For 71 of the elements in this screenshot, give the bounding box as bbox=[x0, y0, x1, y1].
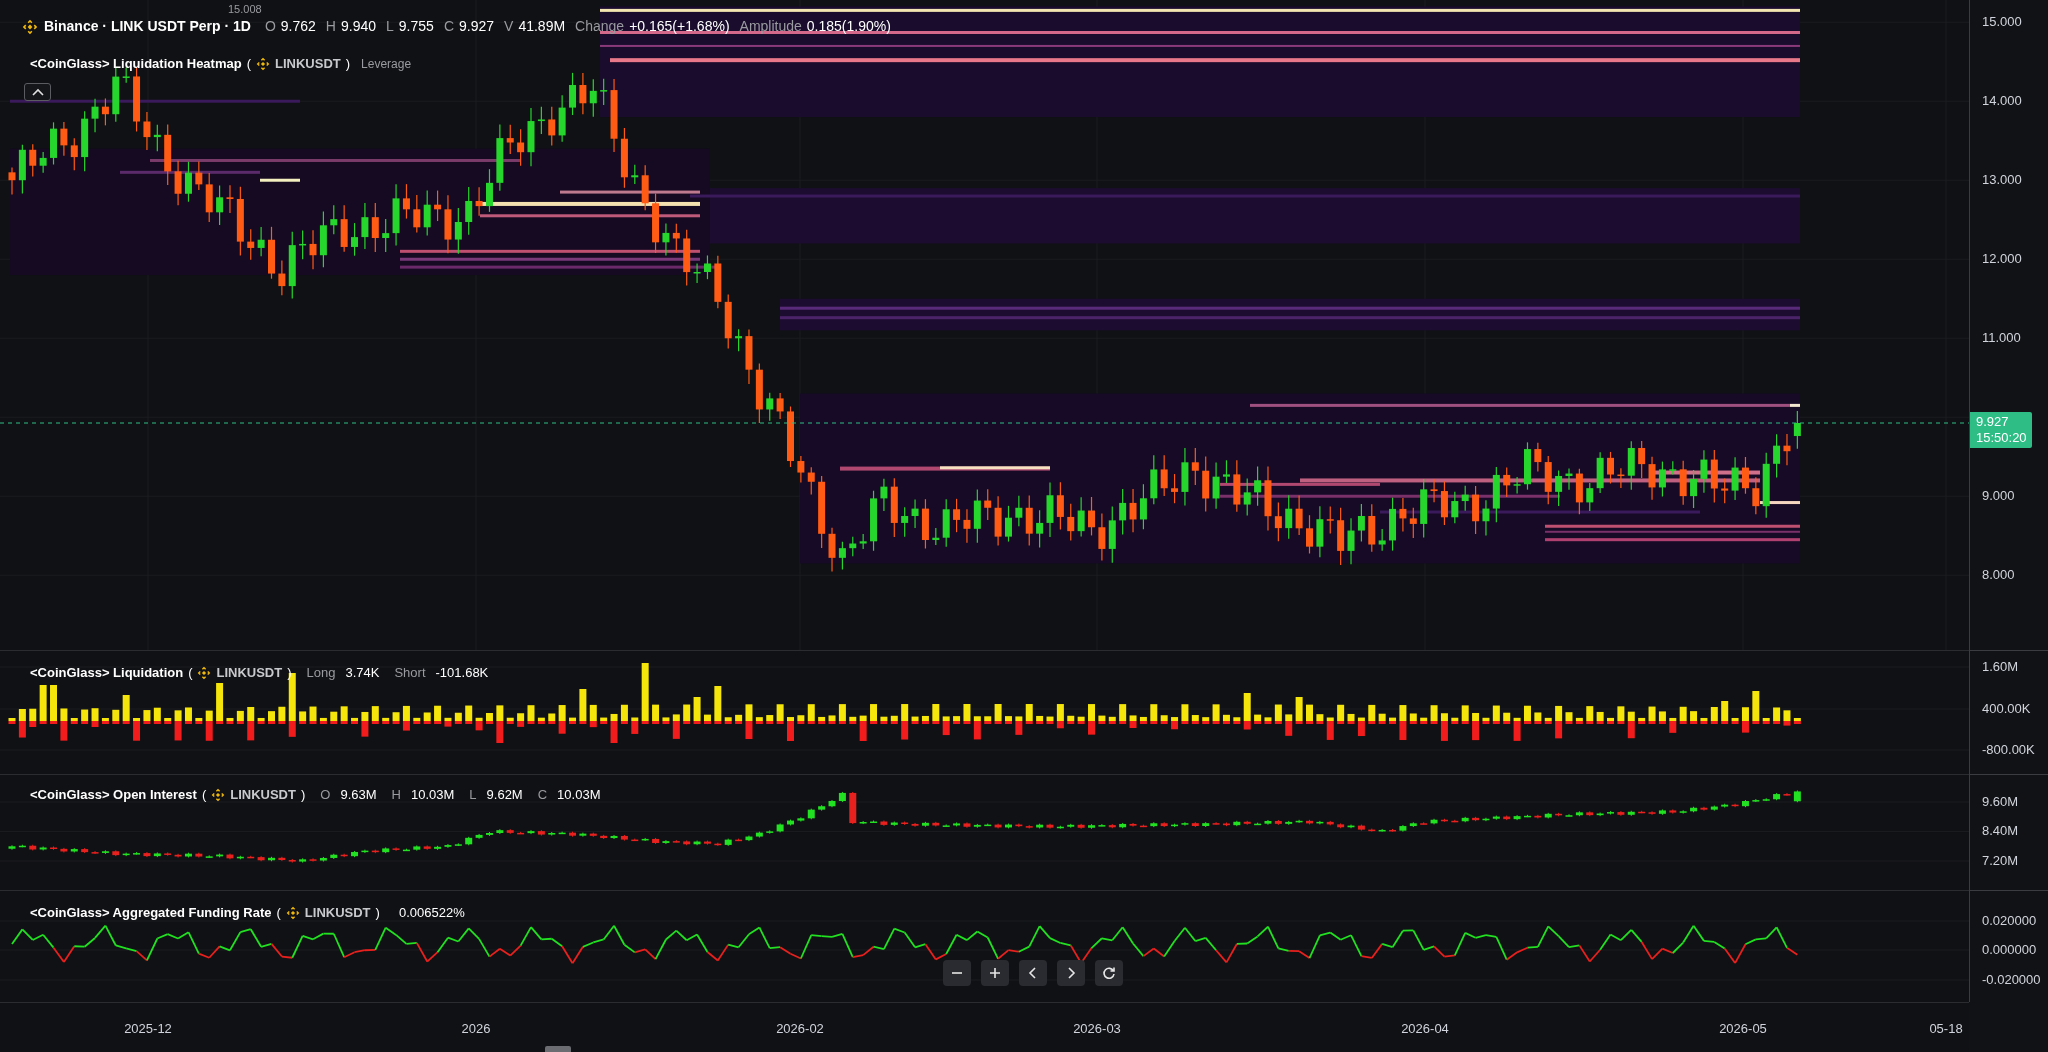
indicator-name: <CoinGlass> Liquidation Heatmap bbox=[30, 55, 242, 73]
axis-label: 15.000 bbox=[1982, 15, 2022, 28]
stat-value: 9.927 bbox=[459, 17, 495, 36]
funding-rate-value: 0.006522% bbox=[398, 904, 465, 922]
bracket-text: ( bbox=[188, 664, 193, 682]
stat-value: 0.185(1.90%) bbox=[806, 17, 891, 36]
bracket-text: ) bbox=[300, 786, 306, 804]
indicator-name: <CoinGlass> Liquidation bbox=[30, 664, 184, 682]
chart-title: Binance · LINK USDT Perp · 1D bbox=[44, 17, 251, 36]
stat-value: 9.62M bbox=[486, 786, 523, 804]
axis-label: -0.020000 bbox=[1982, 973, 2041, 986]
axis-label: 13.000 bbox=[1982, 173, 2022, 186]
bracket-text: ( bbox=[276, 904, 281, 922]
stat-label: O bbox=[264, 17, 276, 36]
stat-label: H bbox=[391, 786, 401, 804]
stat-label: O bbox=[320, 786, 331, 804]
axis-label: 1.60M bbox=[1982, 660, 2019, 673]
stat-value: 41.89M bbox=[518, 17, 566, 36]
stat-value: 10.03M bbox=[557, 786, 601, 804]
axis-label: 7.20M bbox=[1982, 854, 2019, 867]
axis-label: 400.00K bbox=[1982, 702, 2031, 715]
axis-label: 0.020000 bbox=[1982, 914, 2037, 927]
stat-label: Amplitude bbox=[739, 17, 802, 36]
indicator-name: <CoinGlass> Aggregated Funding Rate bbox=[30, 904, 272, 922]
time-label: 2026-02 bbox=[776, 1020, 824, 1038]
axis-label: 14.000 bbox=[1982, 94, 2022, 107]
axis-label: 11.000 bbox=[1982, 331, 2021, 344]
time-label: 2026-03 bbox=[1073, 1020, 1121, 1038]
symbol-text: LINKUSDT bbox=[216, 664, 283, 682]
stat-label: H bbox=[325, 17, 336, 36]
high-price-marker: 15.008 bbox=[228, 4, 262, 15]
stat-label: V bbox=[504, 17, 514, 36]
bracket-text: ( bbox=[201, 786, 207, 804]
stat-label: Long bbox=[306, 664, 336, 682]
bracket-text: ( bbox=[246, 55, 251, 73]
time-label: 2026-04 bbox=[1401, 1020, 1449, 1038]
stat-value: 9.940 bbox=[341, 17, 377, 36]
bracket-text: ) bbox=[287, 664, 292, 682]
time-label: 2025-12 bbox=[124, 1020, 172, 1038]
stat-value: 9.63M bbox=[340, 786, 377, 804]
axis-label: 8.40M bbox=[1982, 824, 2019, 837]
time-label: 2026 bbox=[461, 1020, 491, 1038]
stat-label: C bbox=[537, 786, 548, 804]
axis-label: 0.000000 bbox=[1982, 943, 2037, 956]
stat-label: Short bbox=[394, 664, 426, 682]
time-label: 05-18 bbox=[1929, 1020, 1963, 1038]
axis-label: 12.000 bbox=[1982, 252, 2022, 265]
axis-label: 8.000 bbox=[1982, 568, 2015, 581]
symbol-text: LINKUSDT bbox=[230, 786, 296, 804]
bracket-text: ) bbox=[345, 55, 351, 73]
axis-label: 9.60M bbox=[1982, 795, 2019, 808]
symbol-text: LINKUSDT bbox=[304, 904, 371, 922]
setting-label: Leverage bbox=[361, 55, 412, 73]
stat-label: Change bbox=[575, 17, 625, 36]
stat-value: 3.74K bbox=[345, 664, 380, 682]
axis-label: -800.00K bbox=[1982, 743, 2035, 756]
symbol-text: LINKUSDT bbox=[275, 55, 341, 73]
time-label: 2026-05 bbox=[1719, 1020, 1767, 1038]
stat-label: L bbox=[386, 17, 394, 36]
stat-value: 9.762 bbox=[280, 17, 316, 36]
stat-value: 9.755 bbox=[398, 17, 434, 36]
countdown-text: 15:50:20 bbox=[1976, 430, 2027, 446]
stat-label: L bbox=[469, 786, 477, 804]
indicator-name: <CoinGlass> Open Interest bbox=[30, 786, 197, 804]
bracket-text: ) bbox=[375, 904, 380, 922]
last-price-text: 9.927 bbox=[1976, 414, 2009, 430]
stat-value: +0.165(+1.68%) bbox=[629, 17, 730, 36]
stat-label: C bbox=[443, 17, 454, 36]
axis-label: 9.000 bbox=[1982, 489, 2015, 502]
stat-value: 10.03M bbox=[410, 786, 455, 804]
stat-value: -101.68K bbox=[435, 664, 489, 682]
